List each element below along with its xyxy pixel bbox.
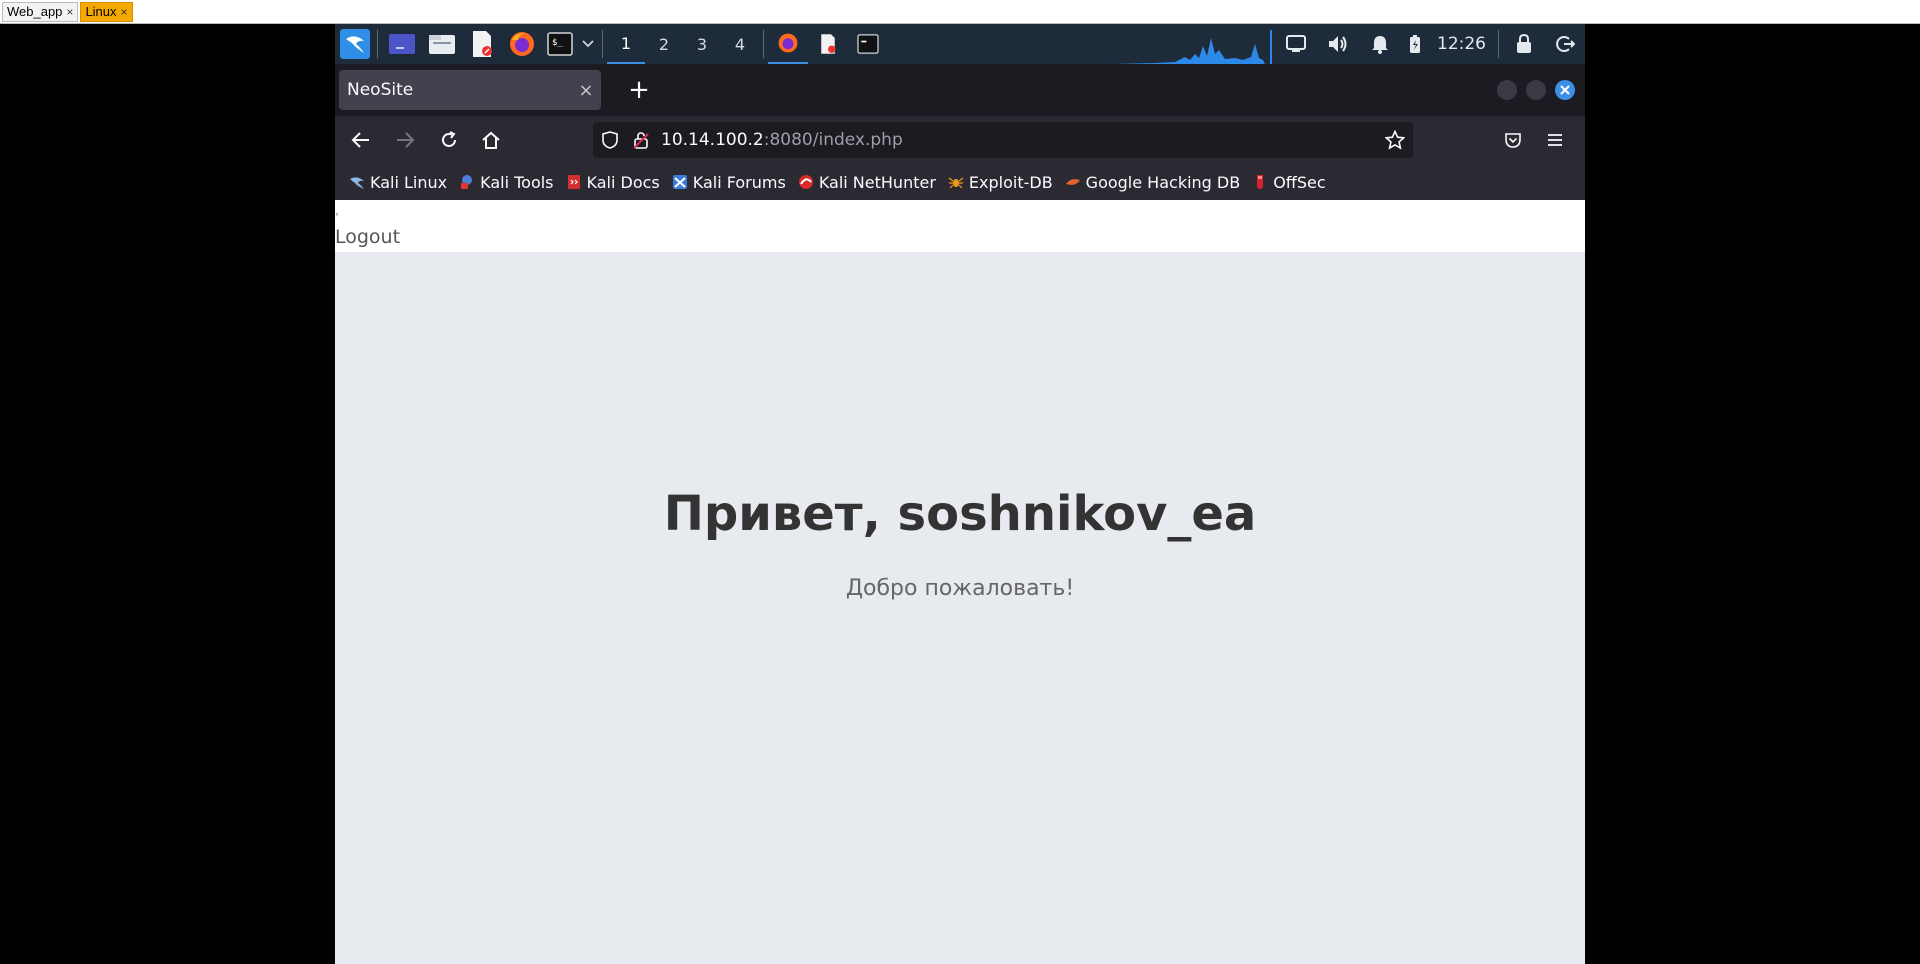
bookmark-label: Exploit-DB [968,172,1053,192]
text-editor-icon[interactable] [462,24,502,64]
ghdb-icon [1065,179,1080,185]
url-text: 10.14.100.2:8080/index.php [661,130,903,150]
terminal-icon[interactable]: $_ [542,24,578,64]
network-monitor-icon [1115,24,1275,64]
close-icon[interactable]: × [66,5,73,19]
broken-image-icon: ° [335,212,339,221]
arrow-left-icon [351,132,369,148]
forward-button[interactable] [389,124,421,156]
kali-docs-icon [567,175,580,189]
lock-icon[interactable] [1503,24,1545,64]
greeting-heading: Привет, soshnikov_ea [663,486,1257,542]
chevron-down-icon[interactable] [578,24,598,64]
new-tab-button[interactable]: + [623,74,655,106]
shield-icon[interactable] [593,131,627,149]
workspace-4[interactable]: 4 [721,24,759,64]
kali-forums-icon [672,175,687,189]
outer-tab-label: Web_app [7,4,63,19]
reload-button[interactable] [433,124,465,156]
page-header: ° Logout [335,200,1585,252]
bookmark-label: Kali Linux [370,172,448,192]
back-button[interactable] [345,124,377,156]
bookmark-offsec[interactable]: OffSec [1252,172,1326,192]
display-icon[interactable] [1275,24,1317,64]
terminal-window-icon[interactable] [848,24,888,64]
star-bookmark-icon[interactable] [1377,130,1413,150]
bookmark-google-hacking-db[interactable]: Google Hacking DB [1065,172,1241,192]
minimize-button[interactable] [1497,80,1517,100]
bookmark-label: Kali NetHunter [818,172,936,192]
clock[interactable]: 12:26 [1437,34,1486,54]
bookmark-exploit-db[interactable]: Exploit-DB [948,173,1053,192]
bookmark-label: Kali Forums [692,172,786,192]
page-content: ° Logout Привет, soshnikov_ea Добро пожа… [335,200,1585,964]
window-close-button[interactable] [1555,80,1575,100]
logout-icon[interactable] [1545,24,1585,64]
firefox-window-icon[interactable] [768,24,808,64]
outer-tab-web-app[interactable]: Web_app × [2,1,79,22]
tab-title: NeoSite [347,80,414,100]
editor-window-icon[interactable] [808,24,848,64]
kali-panel: $_ 1 2 3 4 12:26 [335,24,1585,64]
exploit-db-spider-icon [948,177,964,189]
firefox-icon[interactable] [502,24,542,64]
kali-tools-icon [461,175,473,189]
close-icon[interactable]: × [571,80,601,101]
bookmark-kali-tools[interactable]: Kali Tools [459,172,554,192]
bookmark-kali-linux[interactable]: Kali Linux [349,173,447,192]
home-icon [482,131,500,149]
menu-button[interactable] [1539,124,1571,156]
outer-tab-label: Linux [85,4,117,19]
workspace-2[interactable]: 2 [645,24,683,64]
nethunter-icon [798,175,813,189]
pocket-button[interactable] [1497,124,1529,156]
browser-tab-neosite[interactable]: NeoSite × [339,70,601,110]
svg-text:$_: $_ [552,38,563,48]
bookmark-kali-docs[interactable]: Kali Docs [566,173,660,192]
browser-tab-bar: NeoSite × + [335,64,1585,116]
offsec-icon [1257,175,1264,189]
bookmark-kali-forums[interactable]: Kali Forums [672,173,786,192]
workspace-3[interactable]: 3 [683,24,721,64]
navigation-bar: 10.14.100.2:8080/index.php [335,116,1585,164]
vm-screen: $_ 1 2 3 4 12:26 NeoSite × + 10.14.100.2… [335,24,1585,964]
bookmark-label: Google Hacking DB [1085,172,1241,192]
logout-link[interactable]: Logout [335,226,400,248]
outer-tab-linux[interactable]: Linux × [80,1,133,22]
bookmark-label: OffSec [1273,172,1326,192]
home-button[interactable] [475,124,507,156]
file-manager-icon[interactable] [422,24,462,64]
welcome-text: Добро пожаловать! [845,576,1075,601]
notification-bell-icon[interactable] [1359,24,1401,64]
bookmarks-toolbar: Kali Linux Kali Tools Kali Docs Kali For… [335,164,1585,200]
kali-dragon-icon [350,177,364,189]
address-bar[interactable]: 10.14.100.2:8080/index.php [593,122,1413,158]
workspace-1[interactable]: 1 [607,24,645,64]
volume-icon[interactable] [1317,24,1359,64]
outer-tab-strip: Web_app × Linux × [0,0,1920,24]
insecure-lock-icon[interactable] [627,131,655,149]
terminal-launcher-icon[interactable] [382,24,422,64]
kali-menu-icon[interactable] [337,24,373,64]
arrow-right-icon [397,132,415,148]
close-icon[interactable]: × [121,5,128,19]
battery-icon [1401,24,1429,64]
maximize-button[interactable] [1526,80,1546,100]
pocket-icon [1505,133,1521,148]
bookmark-kali-nethunter[interactable]: Kali NetHunter [798,173,936,192]
bookmark-label: Kali Tools [480,172,554,192]
bookmark-label: Kali Docs [586,172,660,192]
reload-icon [442,131,456,147]
close-icon [1560,85,1570,95]
hamburger-menu-icon [1548,134,1562,146]
